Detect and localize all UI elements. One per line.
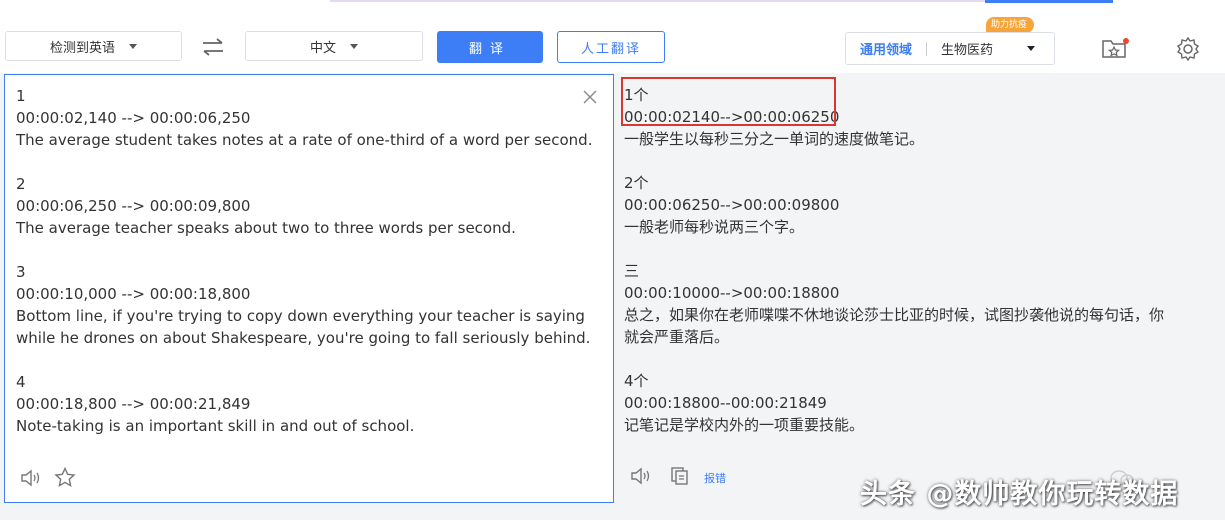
speaker-icon[interactable]: [630, 466, 652, 490]
text-line: 00:00:06,250 --> 00:00:09,800: [16, 197, 251, 215]
source-language-select[interactable]: 检测到英语: [5, 31, 182, 61]
text-line: [16, 151, 592, 173]
top-accent-gradient: [330, 0, 985, 2]
text-line: 总之，如果你在老师喋喋不休地谈论莎士比亚的时候，试图抄袭他说的每句话，你: [624, 306, 1165, 324]
swap-languages-icon[interactable]: [200, 36, 226, 58]
text-line: 三: [624, 262, 640, 280]
text-line: 3: [16, 263, 26, 281]
translate-button[interactable]: 翻译: [437, 31, 543, 63]
text-line: 00:00:02140-->00:00:06250: [624, 108, 840, 126]
folder-star-icon[interactable]: [1101, 36, 1129, 64]
text-line: The average student takes notes at a rat…: [16, 131, 593, 149]
text-line: 00:00:02,140 --> 00:00:06,250: [16, 109, 251, 127]
text-line: [624, 238, 1164, 260]
text-line: 4个: [624, 372, 649, 390]
gear-icon[interactable]: [1175, 36, 1203, 64]
domain-divider: [926, 41, 928, 56]
text-line: 00:00:18800--00:00:21849: [624, 394, 827, 412]
speaker-icon[interactable]: [20, 468, 42, 492]
result-text: 1个 00:00:02140-->00:00:06250 一般学生以每秒三分之一单词…: [624, 84, 1164, 436]
source-text[interactable]: 1 00:00:02,140 --> 00:00:06,250 The averag…: [16, 85, 592, 437]
text-line: [624, 150, 1164, 172]
domain-value: 生物医药: [941, 43, 994, 58]
text-line: 00:00:06250-->00:00:09800: [624, 196, 840, 214]
text-line: 一般老师每秒说两三个字。: [624, 218, 805, 236]
text-line: 00:00:18,800 --> 00:00:21,849: [16, 395, 251, 413]
promo-badge: 助力抗疫: [986, 17, 1035, 33]
star-icon[interactable]: [54, 466, 76, 492]
human-translation-button[interactable]: 人工翻译: [557, 31, 665, 63]
text-line: 2: [16, 175, 26, 193]
text-line: 1: [16, 87, 26, 105]
text-line: [624, 348, 1164, 370]
text-line: 一般学生以每秒三分之一单词的速度做笔记。: [624, 130, 925, 148]
text-line: 就会严重落后。: [624, 328, 730, 346]
translate-button-label: 翻译: [468, 41, 511, 57]
result-text-panel: 1个 00:00:02140-->00:00:06250 一般学生以每秒三分之一单词…: [618, 74, 1225, 503]
text-line: The average teacher speaks about two to …: [16, 219, 516, 237]
report-error-link[interactable]: 报错: [704, 470, 726, 486]
text-line: 4: [16, 373, 26, 391]
text-line: 00:00:10000-->00:00:18800: [624, 284, 840, 302]
target-language-select[interactable]: 中文: [245, 31, 423, 61]
copy-icon[interactable]: [670, 466, 690, 490]
watermark-text: 头条 @数帅教你玩转数据: [860, 479, 1179, 510]
source-language-label: 检测到英语: [49, 40, 115, 56]
chevron-down-icon: [350, 43, 358, 49]
text-line: Bottom line, if you're trying to copy do…: [16, 307, 585, 325]
close-icon[interactable]: [583, 89, 597, 104]
text-line: [16, 349, 592, 371]
text-line: Note-taking is an important skill in and…: [16, 417, 415, 435]
text-line: 1个: [624, 86, 649, 104]
source-text-panel[interactable]: 1 00:00:02,140 --> 00:00:06,250 The averag…: [4, 74, 614, 503]
text-line: 记笔记是学校内外的一项重要技能。: [624, 416, 865, 434]
text-line: 2个: [624, 174, 649, 192]
chevron-down-icon: [1027, 46, 1036, 51]
text-line: [16, 239, 592, 261]
domain-select[interactable]: 通用领域 生物医药: [845, 32, 1055, 65]
chevron-down-icon: [129, 43, 137, 49]
domain-label: 通用领域: [860, 43, 913, 58]
text-line: 00:00:10,000 --> 00:00:18,800: [16, 285, 251, 303]
text-line: while he drones on about Shakespeare, yo…: [16, 329, 591, 347]
badge-label: 助力抗疫: [991, 20, 1028, 30]
target-language-label: 中文: [309, 40, 336, 56]
human-translation-label: 人工翻译: [580, 41, 641, 57]
